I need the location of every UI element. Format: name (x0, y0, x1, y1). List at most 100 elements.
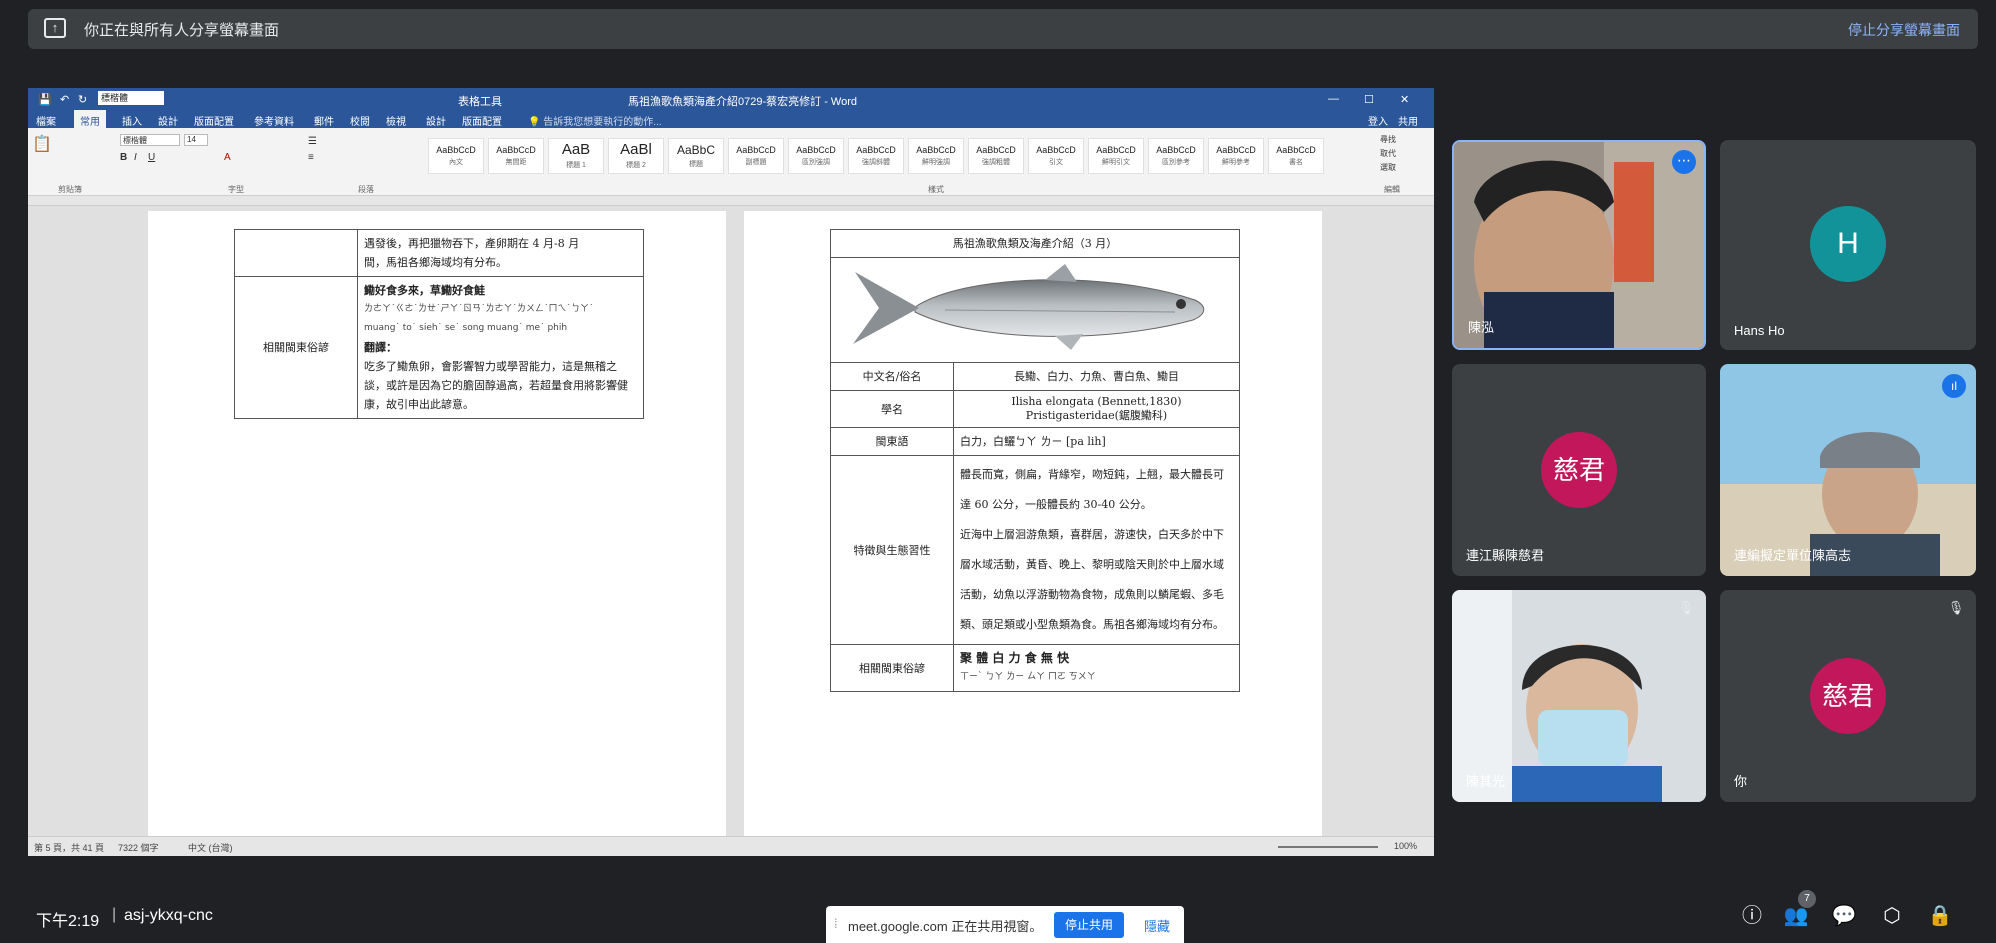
row-label-name: 中文名/俗名 (830, 362, 954, 391)
style-gallery-item[interactable]: AaBbCcD 鮮明引文 (1088, 138, 1144, 174)
style-gallery-item[interactable]: AaBl 標題 2 (608, 138, 664, 174)
style-gallery-item[interactable]: AaBbCcD 引文 (1028, 138, 1084, 174)
more-options-icon[interactable]: ⋯ (1672, 150, 1696, 174)
style-preview: AaBbCcD (436, 145, 476, 155)
align-center-icon[interactable]: ≡ (308, 152, 314, 163)
document-page-right[interactable]: 馬祖漁歌魚類及海產介紹（3 月） 中文名/俗名 長鰳、白力、力魚、曹白魚、鰳目 … (744, 211, 1322, 836)
tab-design[interactable]: 設計 (158, 113, 178, 128)
habit-paragraph: 體長而寬，側扁，背緣窄，吻短鈍，上翹，最大體長可達 60 公分，一般體長約 30… (960, 468, 1224, 511)
bold-button[interactable]: B (120, 152, 127, 163)
document-page-left[interactable]: 遇發後，再把獵物吞下，產卵期在 4 月-8 月 間，馬祖各鄉海域均有分布。 相關… (148, 211, 726, 836)
participant-name: 連編擬定單位陳高志 (1734, 548, 1852, 563)
speaking-indicator-icon: ıl (1942, 374, 1966, 398)
stop-share-button[interactable]: 停止共用 (1054, 912, 1124, 938)
tab-insert[interactable]: 插入 (122, 113, 142, 128)
font-color-button[interactable]: A (224, 152, 231, 163)
group-label-paragraph: 段落 (358, 185, 374, 194)
find-button[interactable]: 尋找 (1380, 134, 1396, 145)
participant-tile-4[interactable]: ıl 連編擬定單位陳高志 (1720, 364, 1976, 576)
row-value-proverb[interactable]: 聚 體 白 力 食 無 快 ㄒㄧˋ ㄅㄚ ㄌㄧ ㄙㄚ ㄇㄛ ㄎㄨㄚ (953, 644, 1240, 692)
participant-name: 你 (1734, 774, 1748, 789)
participant-tile-3[interactable]: 慈君 連江縣陳慈君 (1452, 364, 1706, 576)
italic-button[interactable]: I (134, 152, 137, 163)
minimize-icon[interactable]: — (1328, 93, 1339, 105)
activities-icon[interactable]: ⬡ (1878, 902, 1906, 930)
drag-handle-icon[interactable]: ⁞ (834, 916, 838, 931)
style-preview: AaBbCcD (976, 145, 1016, 155)
style-gallery-item[interactable]: AaBbCcD 區別強調 (788, 138, 844, 174)
zoom-slider[interactable] (1278, 846, 1378, 848)
table-title: 馬祖漁歌魚類及海產介紹（3 月） (830, 229, 1240, 258)
bullets-icon[interactable]: ☰ (308, 136, 317, 147)
style-gallery-item[interactable]: AaBbCcD 副標題 (728, 138, 784, 174)
font-quick-select[interactable]: 標楷體 (98, 91, 164, 105)
sign-in-link[interactable]: 登入 (1368, 113, 1388, 128)
style-name: 無間距 (505, 159, 527, 166)
style-gallery-item[interactable]: AaBbCcD 鮮明強調 (908, 138, 964, 174)
participant-tile-5[interactable]: 🎙 陳其光 (1452, 590, 1706, 802)
underline-button[interactable]: U (148, 152, 155, 163)
style-preview: AaBbCcD (856, 145, 896, 155)
left-table-cell[interactable]: 遇發後，再把獵物吞下，產卵期在 4 月-8 月 間，馬祖各鄉海域均有分布。 (357, 229, 644, 277)
style-gallery-item[interactable]: AaBbCcD 無間距 (488, 138, 544, 174)
people-icon[interactable]: 👥 7 (1782, 890, 1816, 930)
group-label-styles: 樣式 (928, 185, 944, 194)
participant-name: 陳其光 (1466, 774, 1506, 789)
tab-file[interactable]: 檔案 (36, 113, 56, 128)
row-value-scientific[interactable]: Ilisha elongata (Bennett,1830) Pristigas… (953, 390, 1240, 428)
meeting-info-icon[interactable]: ⓘ (1738, 902, 1766, 930)
stop-sharing-link[interactable]: 停止分享螢幕畫面 (1848, 20, 1960, 40)
tell-me-box[interactable]: 💡 告訴我您想要執行的動作... (528, 113, 662, 128)
tab-table-design[interactable]: 設計 (426, 113, 446, 128)
left-table: 遇發後，再把獵物吞下，產卵期在 4 月-8 月 間，馬祖各鄉海域均有分布。 相關… (234, 229, 644, 419)
bopomofo-line: ㄒㄧˋ ㄅㄚ ㄌㄧ ㄙㄚ ㄇㄛ ㄎㄨㄚ (960, 672, 1096, 682)
row-value-name[interactable]: 長鰳、白力、力魚、曹白魚、鰳目 (953, 362, 1240, 391)
close-icon[interactable]: ✕ (1400, 93, 1409, 106)
participant-tile-6[interactable]: 🎙 慈君 你 (1720, 590, 1976, 802)
font-size-select[interactable]: 14 (184, 134, 208, 146)
style-gallery-item[interactable]: AaBbCcD 強調粗體 (968, 138, 1024, 174)
row-value-mindong[interactable]: 白力，白鱺ㄅㄚ ㄌㄧ [pa lih] (953, 427, 1240, 456)
style-gallery-item[interactable]: AaBbCcD 書名 (1268, 138, 1324, 174)
style-preview: AaBbC (676, 143, 716, 157)
style-gallery-item[interactable]: AaB 標題 1 (548, 138, 604, 174)
style-gallery-item[interactable]: AaBbC 標題 (668, 138, 724, 174)
styles-gallery: AaBbCcD 內文 AaBbCcD 無間距 AaB 標題 1 AaBl 標題 2 AaBbC 標… (428, 128, 1368, 184)
shared-screen: 💾 ↶ ↻ 標楷體 表格工具 馬祖漁歌魚類海產介紹0729-蔡宏亮修訂 - Wo… (28, 88, 1434, 856)
save-icon[interactable]: 💾 (38, 93, 52, 106)
tab-references[interactable]: 參考資料 (254, 113, 294, 128)
tab-mailings[interactable]: 郵件 (314, 113, 334, 128)
chat-icon[interactable]: 💬 (1830, 902, 1858, 930)
maximize-icon[interactable]: ☐ (1364, 93, 1374, 106)
tab-review[interactable]: 校閱 (350, 113, 370, 128)
share-doc-button[interactable]: 共用 (1398, 113, 1418, 128)
tab-view[interactable]: 檢視 (386, 113, 406, 128)
hide-button[interactable]: 隱藏 (1144, 916, 1170, 935)
font-name-select[interactable]: 標楷體 (120, 134, 180, 146)
style-gallery-item[interactable]: AaBbCcD 強調斜體 (848, 138, 904, 174)
style-preview: AaBbCcD (496, 145, 536, 155)
undo-icon[interactable]: ↶ (60, 93, 69, 106)
language[interactable]: 中文 (台灣) (188, 841, 233, 854)
style-gallery-item[interactable]: AaBbCcD 區別參考 (1148, 138, 1204, 174)
proverb-cell[interactable]: 鰳好食多來，草鰳好食鮭 ㄌㄜㄚ˙ㄍㄜ˙ㄌㄝ˙ㄕㄚ˙ㄖㄢ˙ㄌㄜㄚ˙ㄌㄨㄥ˙ㄇㄟ˙ㄅ… (357, 276, 644, 419)
row-value-habit[interactable]: 體長而寬，側扁，背緣窄，吻短鈍，上翹，最大體長可達 60 公分，一般體長約 30… (953, 455, 1240, 645)
tab-table-layout[interactable]: 版面配置 (462, 113, 502, 128)
word-count[interactable]: 7322 個字 (118, 841, 159, 854)
redo-icon[interactable]: ↻ (78, 93, 87, 106)
participant-tile-1[interactable]: ⋯ 陳泓 (1452, 140, 1706, 350)
replace-button[interactable]: 取代 (1380, 148, 1396, 159)
page-count[interactable]: 第 5 頁，共 41 頁 (34, 841, 104, 854)
horizontal-ruler[interactable] (28, 196, 1434, 206)
select-button[interactable]: 選取 (1380, 162, 1396, 173)
style-gallery-item[interactable]: AaBbCcD 內文 (428, 138, 484, 174)
paste-icon[interactable]: 📋 (32, 134, 112, 154)
participant-tile-2[interactable]: H Hans Ho (1720, 140, 1976, 350)
host-controls-icon[interactable]: 🔒 (1926, 902, 1954, 930)
proverb-label: 相關閩東俗諺 (234, 276, 358, 419)
proverb-title: 聚 體 白 力 食 無 快 (960, 651, 1070, 665)
meeting-code[interactable]: asj-ykxq-cnc (124, 907, 213, 925)
zoom-level[interactable]: 100% (1394, 841, 1417, 851)
tab-layout[interactable]: 版面配置 (194, 113, 234, 128)
style-gallery-item[interactable]: AaBbCcD 鮮明參考 (1208, 138, 1264, 174)
